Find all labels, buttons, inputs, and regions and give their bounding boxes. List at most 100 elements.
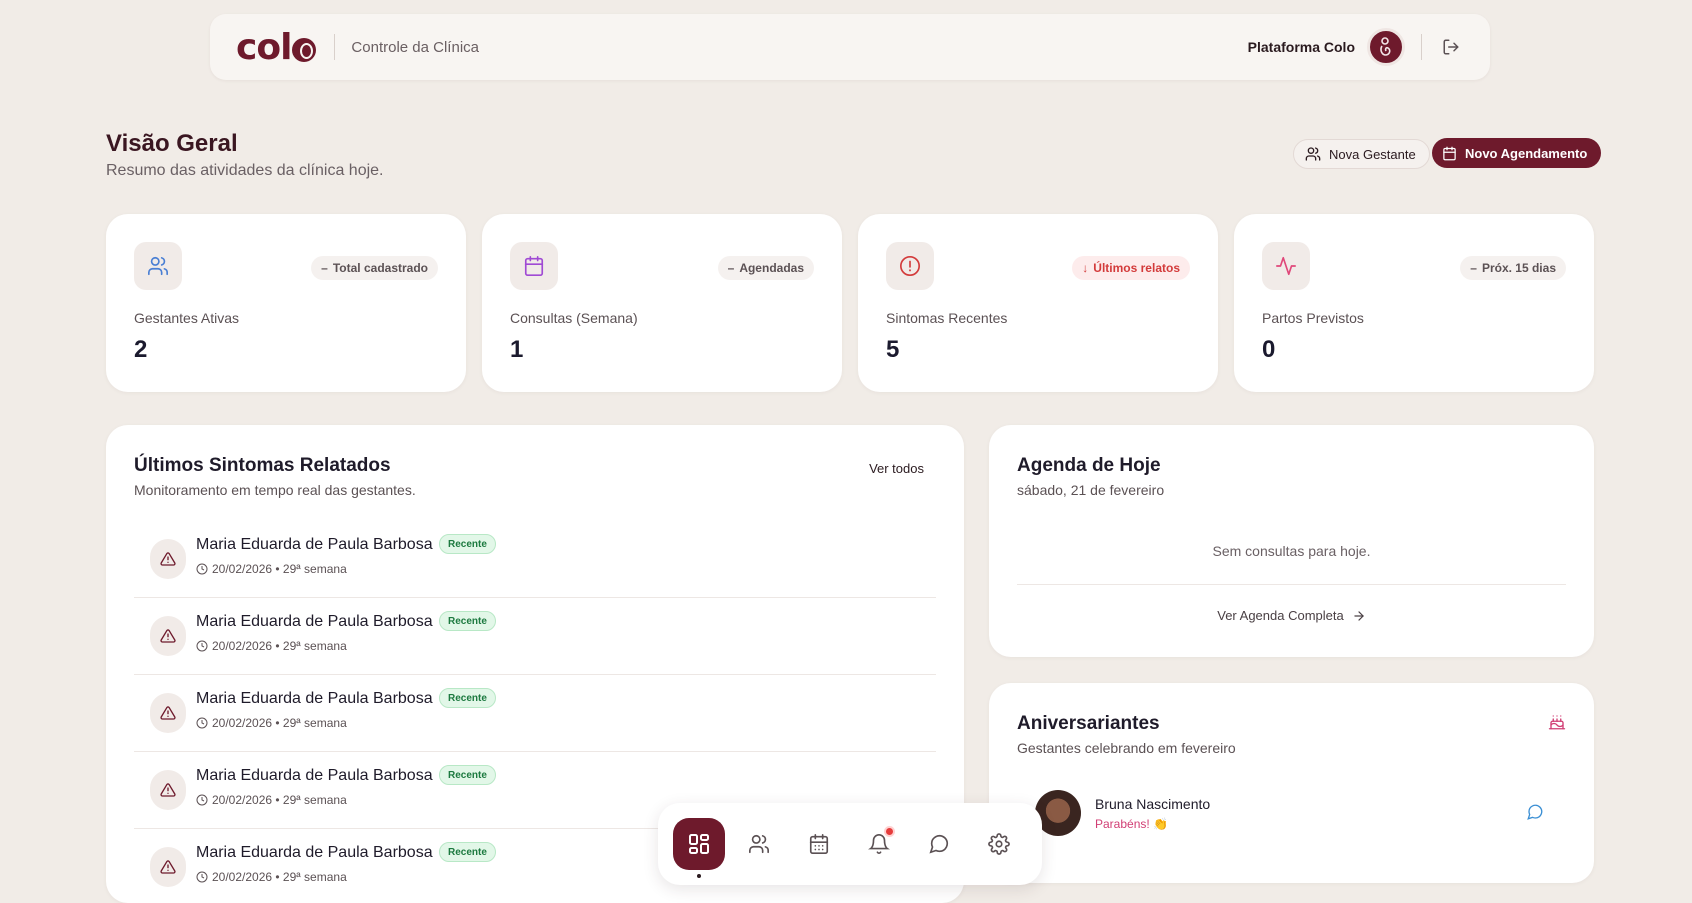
symptom-date: 20/02/2026 • 29ª semana xyxy=(212,870,347,884)
symptom-meta: 20/02/2026 • 29ª semana xyxy=(196,870,347,884)
status-badge: Recente xyxy=(439,534,496,554)
users-icon xyxy=(749,834,769,854)
symptom-date: 20/02/2026 • 29ª semana xyxy=(212,716,347,730)
dock-calendar[interactable] xyxy=(793,818,845,870)
patient-name: Maria Eduarda de Paula Barbosa xyxy=(196,536,433,553)
header-subtitle: Controle da Clínica xyxy=(351,38,479,56)
stat-label: Sintomas Recentes xyxy=(886,310,1008,326)
status-badge: Recente xyxy=(439,688,496,708)
logout-icon xyxy=(1443,39,1459,55)
stat-tag-label: Total cadastrado xyxy=(332,261,428,275)
panel-subtitle: Gestantes celebrando em fevereiro xyxy=(1017,740,1236,756)
full-agenda-label: Ver Agenda Completa xyxy=(1217,608,1344,623)
panel-title: Agenda de Hoje xyxy=(1017,455,1161,476)
alert-triangle-icon xyxy=(150,693,186,733)
logo-mark-icon xyxy=(292,38,317,62)
stat-tag: – Total cadastrado xyxy=(311,256,438,280)
users-icon xyxy=(148,256,168,276)
notification-dot xyxy=(884,826,895,837)
symptom-meta: 20/02/2026 • 29ª semana xyxy=(196,639,347,653)
patient-name: Maria Eduarda de Paula Barbosa xyxy=(196,767,433,784)
stat-tag: ↓ Últimos relatos xyxy=(1072,256,1190,280)
colo-logo[interactable]: col xyxy=(236,27,317,68)
birthday-name: Bruna Nascimento xyxy=(1095,796,1211,812)
dock-dashboard[interactable] xyxy=(673,818,725,878)
dock-patients[interactable] xyxy=(733,818,785,870)
new-patient-button[interactable]: Nova Gestante xyxy=(1293,139,1430,169)
patient-name: Maria Eduarda de Paula Barbosa xyxy=(196,690,433,707)
patient-name: Maria Eduarda de Paula Barbosa xyxy=(196,844,433,861)
minus-icon: – xyxy=(321,261,328,275)
symptom-date: 20/02/2026 • 29ª semana xyxy=(212,562,347,576)
settings-icon xyxy=(988,833,1010,855)
symptom-row[interactable]: Maria Eduarda de Paula Barbosa Recente 20/… xyxy=(134,675,936,752)
status-badge: Recente xyxy=(439,765,496,785)
top-bar: col Controle da Clínica Plataforma Colo xyxy=(210,14,1490,80)
stat-tag-label: Próx. 15 dias xyxy=(1481,261,1556,275)
stat-label: Partos Previstos xyxy=(1262,310,1364,326)
clock-icon xyxy=(196,563,208,575)
stat-tag: – Agendadas xyxy=(717,256,814,280)
stat-icon-box xyxy=(1262,242,1310,290)
bottom-dock xyxy=(658,803,1042,885)
clock-icon xyxy=(196,794,208,806)
panel-title: Últimos Sintomas Relatados xyxy=(134,455,391,476)
symptom-meta: 20/02/2026 • 29ª semana xyxy=(196,716,347,730)
panel-subtitle: Monitoramento em tempo real das gestante… xyxy=(134,482,416,498)
alert-triangle-icon xyxy=(150,616,186,656)
platform-name: Plataforma Colo xyxy=(1247,39,1355,55)
status-badge: Recente xyxy=(439,842,496,862)
stat-value: 1 xyxy=(510,336,524,363)
status-badge: Recente xyxy=(439,611,496,631)
symptom-date: 20/02/2026 • 29ª semana xyxy=(212,639,347,653)
platform-avatar[interactable] xyxy=(1367,28,1405,66)
stat-value: 5 xyxy=(886,336,900,363)
stat-tag: – Próx. 15 dias xyxy=(1460,256,1566,280)
stat-value: 0 xyxy=(1262,336,1276,363)
divider xyxy=(1017,584,1566,585)
stat-value: 2 xyxy=(134,336,148,363)
birthday-item[interactable]: Bruna Nascimento Parabéns! 👏 xyxy=(1035,790,1544,836)
new-appointment-button[interactable]: Novo Agendamento xyxy=(1432,138,1602,168)
arrow-down-icon: ↓ xyxy=(1082,261,1089,275)
stat-card-recent-symptoms: ↓ Últimos relatos Sintomas Recentes 5 xyxy=(858,214,1218,392)
calendar-icon xyxy=(809,834,829,854)
new-appointment-label: Novo Agendamento xyxy=(1465,145,1588,161)
alert-triangle-icon xyxy=(150,847,186,887)
users-icon xyxy=(1305,147,1321,161)
birthday-message: Parabéns! 👏 xyxy=(1095,817,1168,831)
patient-name: Maria Eduarda de Paula Barbosa xyxy=(196,613,433,630)
alert-triangle-icon xyxy=(150,770,186,810)
dock-settings[interactable] xyxy=(973,818,1025,870)
see-all-link[interactable]: Ver todos xyxy=(869,461,924,476)
alert-triangle-icon xyxy=(150,539,186,579)
symptom-row[interactable]: Maria Eduarda de Paula Barbosa Recente 20/… xyxy=(134,521,936,598)
clock-icon xyxy=(196,871,208,883)
birthdays-panel: Aniversariantes Gestantes celebrando em … xyxy=(989,683,1594,883)
dock-messages[interactable] xyxy=(913,818,965,870)
logout-button[interactable] xyxy=(1438,34,1464,60)
stat-tag-label: Últimos relatos xyxy=(1093,261,1180,275)
stat-label: Consultas (Semana) xyxy=(510,310,638,326)
dock-notifications[interactable] xyxy=(853,818,905,870)
stat-icon-box xyxy=(134,242,182,290)
pregnant-silhouette-icon xyxy=(1380,37,1391,56)
send-message-button[interactable] xyxy=(1526,803,1544,821)
arrow-right-icon xyxy=(1354,610,1364,621)
minus-icon: – xyxy=(727,261,735,275)
empty-state-text: Sem consultas para hoje. xyxy=(1212,543,1371,559)
symptom-date: 20/02/2026 • 29ª semana xyxy=(212,793,347,807)
clock-icon xyxy=(196,717,208,729)
alert-circle-icon xyxy=(900,256,920,276)
symptom-meta: 20/02/2026 • 29ª semana xyxy=(196,562,347,576)
cake-icon xyxy=(1548,713,1566,731)
stat-card-weekly-appointments: – Agendadas Consultas (Semana) 1 xyxy=(482,214,842,392)
calendar-icon xyxy=(524,256,544,276)
page-subtitle: Resumo das atividades da clínica hoje. xyxy=(106,162,384,179)
chat-icon xyxy=(929,834,949,854)
symptom-row[interactable]: Maria Eduarda de Paula Barbosa Recente 20/… xyxy=(134,598,936,675)
minus-icon: – xyxy=(1470,261,1477,275)
activity-icon xyxy=(1276,256,1296,276)
stat-label: Gestantes Ativas xyxy=(134,310,240,326)
full-agenda-link[interactable]: Ver Agenda Completa xyxy=(989,608,1594,623)
